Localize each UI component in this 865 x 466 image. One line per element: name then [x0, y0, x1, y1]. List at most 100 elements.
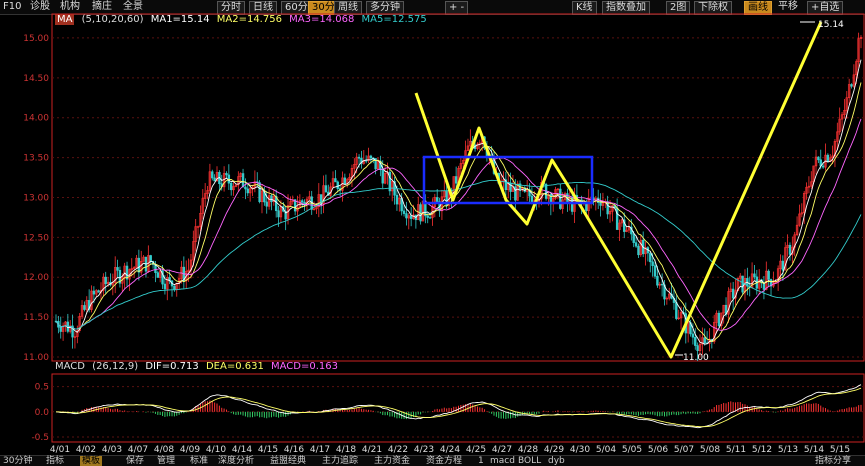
candle-body	[817, 156, 820, 161]
date-tick-label: 4/15	[258, 445, 278, 455]
macd-indicator-select[interactable]: MACD	[55, 361, 85, 372]
candle-body	[213, 177, 216, 182]
date-tick-label: 5/04	[596, 445, 616, 455]
candle-body	[227, 174, 231, 184]
candle-body	[405, 213, 408, 219]
candle-body	[691, 333, 695, 338]
date-tick-label: 5/11	[726, 445, 746, 455]
candle-body	[731, 288, 735, 299]
candle-body	[211, 171, 214, 179]
macd-legend: MACD (26,12,9) DIF=0.713 DEA=0.631 MACD=…	[55, 361, 342, 373]
macd-value: MACD=0.163	[271, 361, 338, 372]
price-tick-label: 12.50	[23, 233, 49, 243]
candle-body	[301, 200, 304, 203]
candle-body	[435, 197, 439, 202]
candle-body	[651, 261, 654, 266]
candle-body	[334, 178, 337, 183]
date-tick-label: 5/05	[622, 445, 642, 455]
candle-body	[696, 345, 699, 351]
candle-body	[381, 169, 384, 184]
price-tick-label: 11.00	[23, 353, 49, 363]
date-tick-label: 4/27	[492, 445, 512, 455]
date-tick-label: 5/13	[778, 445, 798, 455]
candle-body	[788, 244, 792, 255]
low-price-label: 11.00	[683, 353, 709, 363]
price-tick-label: 13.50	[23, 154, 49, 164]
candle-body	[277, 210, 280, 218]
candle-body	[559, 188, 562, 209]
candle-body	[675, 302, 678, 319]
candle-body	[343, 177, 347, 185]
candle-body	[244, 186, 247, 190]
candle-body	[104, 276, 107, 285]
candle-body	[149, 255, 152, 262]
candle-body	[703, 337, 706, 344]
candle-body	[357, 156, 361, 159]
candle-body	[402, 210, 406, 214]
date-tick-label: 4/14	[232, 445, 252, 455]
candle-body	[265, 201, 268, 207]
bottom-toolbar: 30分钟 指标 模板 保存 管理 标准 深度分析 益盟经典 主力追踪 主力资金 …	[0, 455, 865, 466]
date-tick-label: 5/08	[700, 445, 720, 455]
date-tick-label: 4/10	[206, 445, 226, 455]
date-tick-label: 4/22	[388, 445, 408, 455]
candle-body	[426, 215, 429, 218]
candle-body	[246, 188, 249, 194]
candle-body	[59, 326, 62, 332]
candle-body	[530, 195, 534, 203]
date-tick-label: 4/01	[50, 445, 70, 455]
macd-params: (26,12,9)	[92, 361, 139, 372]
candle-body	[230, 182, 233, 191]
macd-tick-label: -0.5	[31, 433, 49, 443]
candle-body	[270, 195, 273, 203]
candle-body	[649, 252, 652, 263]
date-tick-label: 5/15	[830, 445, 850, 455]
price-tick-label: 13.00	[23, 193, 49, 203]
price-tick-label: 14.50	[23, 74, 49, 84]
candle-body	[163, 283, 167, 290]
candle-body	[632, 233, 635, 243]
candle-body	[741, 275, 744, 293]
candle-body	[92, 290, 96, 295]
candle-body	[395, 194, 399, 205]
candle-body	[634, 242, 638, 247]
date-tick-label: 4/07	[128, 445, 148, 455]
date-tick-label: 4/24	[440, 445, 460, 455]
candle-body	[336, 181, 339, 189]
date-tick-label: 4/28	[518, 445, 538, 455]
grid-lines	[52, 37, 864, 438]
date-tick-label: 4/08	[154, 445, 174, 455]
kline-chart[interactable]: 15.00 14.50 14.00 13.50 13.00 12.50 12.00 11.50…	[0, 0, 865, 455]
macd-tick-label: 0.5	[35, 383, 49, 393]
date-tick-label: 4/16	[284, 445, 304, 455]
candle-body	[821, 165, 825, 168]
price-tick-label: 12.00	[23, 273, 49, 283]
candle-body	[116, 267, 119, 271]
candle-body	[753, 273, 756, 278]
candle-body	[454, 176, 458, 184]
candlestick-series	[54, 32, 863, 362]
drawn-trendline	[414, 21, 823, 359]
date-tick-label: 4/03	[102, 445, 122, 455]
macd-axis: 0.5 0.0 -0.5	[31, 383, 49, 443]
price-axis: 15.00 14.50 14.00 13.50 13.00 12.50 12.00 11.50…	[23, 34, 49, 363]
date-tick-label: 5/12	[752, 445, 772, 455]
candle-body	[694, 336, 697, 346]
date-tick-label: 5/07	[674, 445, 694, 455]
date-tick-label: 4/17	[310, 445, 330, 455]
candle-body	[241, 173, 245, 188]
date-tick-label: 5/06	[648, 445, 668, 455]
date-tick-label: 5/14	[804, 445, 824, 455]
date-tick-label: 4/09	[180, 445, 200, 455]
date-tick-label: 4/21	[362, 445, 382, 455]
candle-body	[137, 257, 141, 273]
candle-body	[225, 173, 228, 176]
user-drawings[interactable]	[414, 21, 823, 359]
date-tick-label: 4/29	[544, 445, 564, 455]
price-tick-label: 11.50	[23, 313, 49, 323]
high-price-label: 15.14	[818, 20, 844, 30]
date-tick-label: 4/02	[76, 445, 96, 455]
dea-value: DEA=0.631	[205, 361, 264, 372]
candle-body	[660, 283, 664, 286]
candle-body	[767, 270, 770, 280]
